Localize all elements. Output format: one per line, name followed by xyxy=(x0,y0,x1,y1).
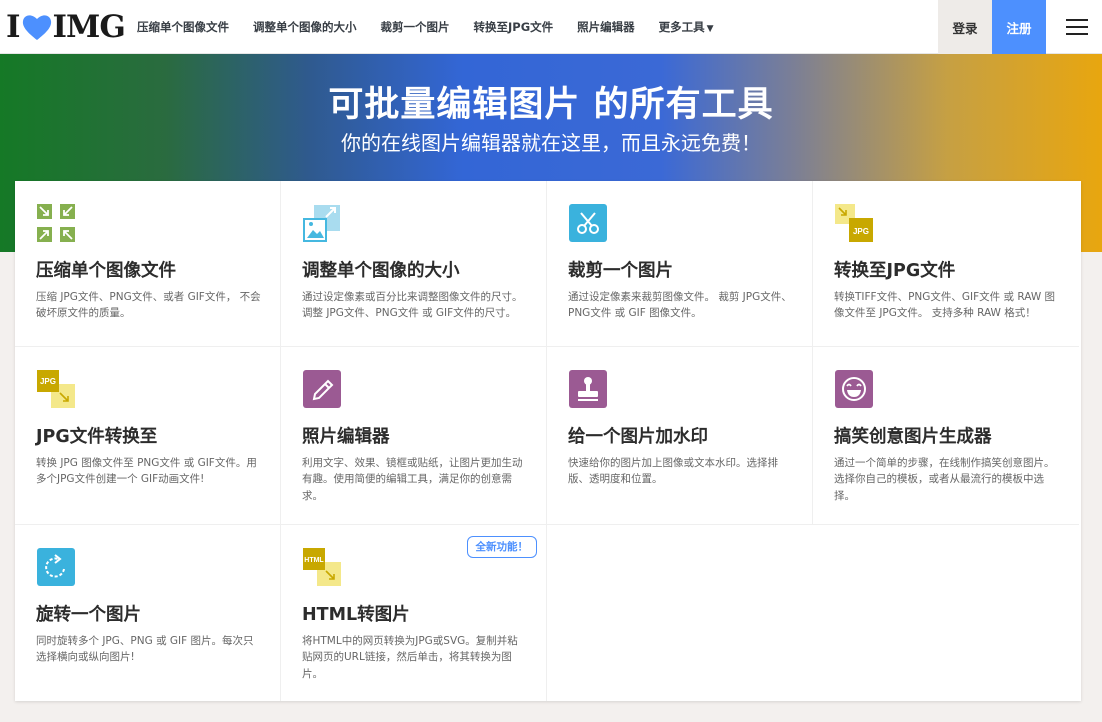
tool-description: 利用文字、效果、镜框或贴纸，让图片更加生动有趣。使用简便的编辑工具，满足你的创意… xyxy=(302,457,523,502)
new-feature-badge: 全新功能！ xyxy=(466,536,537,558)
login-button[interactable]: 登录 xyxy=(938,0,992,54)
main-nav: 压缩单个图像文件 调整单个图像的大小 裁剪一个图片 转换至JPG文件 照片编辑器… xyxy=(137,0,738,54)
tool-title: 照片编辑器 xyxy=(302,427,390,447)
tool-card-meme-generator[interactable]: 搞笑创意图片生成器 通过一个简单的步骤，在线制作搞笑创意图片。选择你自己的模板，… xyxy=(813,347,1079,525)
tool-description: 通过设定像素来裁剪图像文件。 裁剪 JPG文件、PNG文件 或 GIF 图像文件… xyxy=(568,291,792,320)
nav-crop[interactable]: 裁剪一个图片 xyxy=(381,19,450,35)
heart-icon xyxy=(22,15,51,40)
ilovimg-logo[interactable]: I IMG xyxy=(6,9,126,45)
rotate-icon xyxy=(37,548,75,586)
hero-title: 可批量编辑图片 的所有工具 xyxy=(328,85,774,125)
tools-grid: 压缩单个图像文件 压缩 JPG文件、PNG文件、或者 GIF文件， 不会破坏原文… xyxy=(15,181,1081,701)
tool-card-html-to-image[interactable]: HTML 全新功能！ HTML转图片 将HTML中的网页转换为JPG或SVG。复… xyxy=(281,525,547,701)
top-navbar: I IMG 压缩单个图像文件 调整单个图像的大小 裁剪一个图片 转换至JPG文件… xyxy=(0,0,1102,54)
tool-card-resize[interactable]: 调整单个图像的大小 通过设定像素或百分比来调整图像文件的尺寸。 调整 JPG文件… xyxy=(281,181,547,347)
svg-text:JPG: JPG xyxy=(40,377,56,386)
tool-description: 快速给你的图片加上图像或文本水印。选择排版、透明度和位置。 xyxy=(568,457,778,486)
tool-card-photo-editor[interactable]: 照片编辑器 利用文字、效果、镜框或贴纸，让图片更加生动有趣。使用简便的编辑工具，… xyxy=(281,347,547,525)
nav-resize[interactable]: 调整单个图像的大小 xyxy=(253,19,357,35)
nav-photo-editor[interactable]: 照片编辑器 xyxy=(577,19,635,35)
tool-title: 裁剪一个图片 xyxy=(568,261,673,281)
convert-from-jpg-icon: JPG xyxy=(37,370,75,408)
tool-description: 压缩 JPG文件、PNG文件、或者 GIF文件， 不会破坏原文件的质量。 xyxy=(36,291,261,320)
tool-title: 旋转一个图片 xyxy=(36,605,141,625)
tool-title: 搞笑创意图片生成器 xyxy=(834,427,992,447)
tool-title: 给一个图片加水印 xyxy=(568,427,708,447)
caret-down-icon: ▼ xyxy=(706,24,714,34)
tool-card-rotate[interactable]: 旋转一个图片 同时旋转多个 JPG、PNG 或 GIF 图片。每次只选择横向或纵… xyxy=(15,525,281,701)
meme-generator-icon xyxy=(835,370,873,408)
crop-icon xyxy=(569,204,607,242)
html-to-image-icon: HTML xyxy=(303,548,341,586)
tool-title: 转换至JPG文件 xyxy=(834,261,956,281)
tool-description: 通过一个简单的步骤，在线制作搞笑创意图片。选择你自己的模板，或者从最流行的模板中… xyxy=(834,457,1055,502)
tool-description: 转换TIFF文件、PNG文件、GIF文件 或 RAW 图像文件至 JPG文件。 … xyxy=(834,291,1056,320)
svg-text:HTML: HTML xyxy=(304,557,324,564)
tool-description: 同时旋转多个 JPG、PNG 或 GIF 图片。每次只选择横向或纵向图片! xyxy=(36,635,254,664)
tool-card-watermark[interactable]: 给一个图片加水印 快速给你的图片加上图像或文本水印。选择排版、透明度和位置。 xyxy=(547,347,813,525)
signup-button[interactable]: 注册 xyxy=(992,0,1046,54)
tool-title: HTML转图片 xyxy=(302,605,410,625)
convert-to-jpg-icon: JPG xyxy=(835,204,873,242)
resize-icon xyxy=(303,205,340,242)
watermark-icon xyxy=(569,370,607,408)
logo-text-img: IMG xyxy=(52,9,126,45)
tool-card-crop[interactable]: 裁剪一个图片 通过设定像素来裁剪图像文件。 裁剪 JPG文件、PNG文件 或 G… xyxy=(547,181,813,347)
hamburger-menu-icon[interactable] xyxy=(1066,19,1088,35)
nav-more-tools[interactable]: 更多工具 ▼ xyxy=(659,19,714,35)
tool-card-compress[interactable]: 压缩单个图像文件 压缩 JPG文件、PNG文件、或者 GIF文件， 不会破坏原文… xyxy=(15,181,281,347)
tool-card-convert-from-jpg[interactable]: JPG JPG文件转换至 转换 JPG 图像文件至 PNG文件 或 GIF文件。… xyxy=(15,347,281,525)
tool-title: 压缩单个图像文件 xyxy=(36,261,176,281)
tool-description: 转换 JPG 图像文件至 PNG文件 或 GIF文件。用多个JPG文件创建一个 … xyxy=(36,457,257,486)
tool-title: JPG文件转换至 xyxy=(36,427,158,447)
tool-description: 通过设定像素或百分比来调整图像文件的尺寸。 调整 JPG文件、PNG文件 或 G… xyxy=(302,291,523,320)
nav-convert-to-jpg[interactable]: 转换至JPG文件 xyxy=(474,19,554,35)
photo-editor-icon xyxy=(303,370,341,408)
tool-title: 调整单个图像的大小 xyxy=(302,261,460,281)
logo-text-i: I xyxy=(6,9,20,45)
tool-description: 将HTML中的网页转换为JPG或SVG。复制并粘贴网页的URL链接，然后单击，将… xyxy=(302,635,518,680)
nav-compress[interactable]: 压缩单个图像文件 xyxy=(137,19,229,35)
compress-icon xyxy=(37,204,75,242)
svg-text:JPG: JPG xyxy=(853,227,869,236)
nav-more-tools-label: 更多工具 xyxy=(658,20,705,34)
tool-card-convert-to-jpg[interactable]: JPG 转换至JPG文件 转换TIFF文件、PNG文件、GIF文件 或 RAW … xyxy=(813,181,1079,347)
hero-subtitle: 你的在线图片编辑器就在这里，而且永远免费！ xyxy=(341,131,761,155)
